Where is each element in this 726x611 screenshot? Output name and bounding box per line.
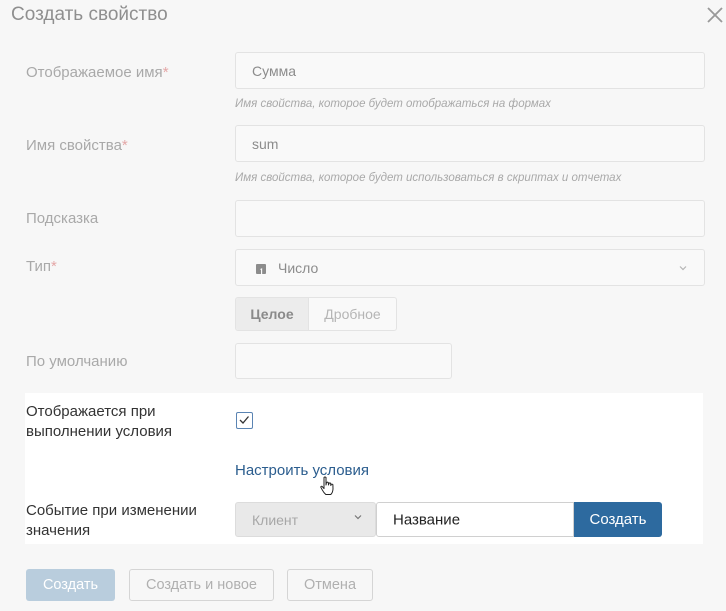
- chevron-down-icon: [353, 511, 363, 525]
- type-select[interactable]: Число: [235, 249, 705, 286]
- display-name-hint: Имя свойства, которое будет отображаться…: [235, 98, 551, 110]
- event-name-value: Название: [393, 511, 461, 528]
- property-name-label: Имя свойства*: [26, 137, 128, 154]
- event-label: Событие при изменении значения: [26, 502, 197, 539]
- condition-checkbox[interactable]: [236, 412, 253, 429]
- create-button[interactable]: Создать: [26, 569, 115, 601]
- create-and-new-button[interactable]: Создать и новое: [129, 569, 274, 601]
- condition-label: Отображается при выполнении условия: [26, 403, 173, 440]
- default-input[interactable]: [235, 343, 452, 379]
- type-value: Число: [278, 259, 319, 276]
- tooltip-input[interactable]: [235, 200, 705, 237]
- hand-pointer-icon: [318, 475, 336, 497]
- close-icon[interactable]: [704, 4, 726, 26]
- format-decimal-option[interactable]: Дробное: [309, 298, 396, 330]
- required-mark: *: [121, 137, 128, 154]
- dialog-title: Создать свойство: [11, 4, 168, 25]
- event-name-input[interactable]: Название: [376, 502, 574, 537]
- number-format-toggle: Целое Дробное: [235, 297, 397, 331]
- display-name-value: Сумма: [252, 62, 296, 79]
- event-source-dropdown[interactable]: Клиент: [235, 502, 376, 537]
- number-type-icon: [256, 264, 266, 275]
- display-name-input[interactable]: Сумма: [235, 52, 705, 89]
- event-create-button[interactable]: Создать: [574, 502, 662, 537]
- event-source-value: Клиент: [252, 511, 299, 528]
- required-mark: *: [162, 64, 169, 81]
- property-name-input[interactable]: sum: [235, 125, 705, 162]
- cancel-button[interactable]: Отмена: [287, 569, 373, 601]
- format-integer-option[interactable]: Целое: [236, 298, 309, 330]
- configure-conditions-link[interactable]: Настроить условия: [235, 462, 369, 479]
- default-label: По умолчанию: [26, 353, 128, 370]
- property-name-hint: Имя свойства, которое будет использовать…: [235, 172, 622, 184]
- required-mark: *: [51, 258, 57, 275]
- tooltip-label: Подсказка: [26, 210, 99, 227]
- chevron-down-icon: [678, 260, 688, 278]
- type-label: Тип*: [26, 258, 57, 275]
- property-name-value: sum: [252, 135, 279, 152]
- display-name-label: Отображаемое имя*: [26, 64, 169, 81]
